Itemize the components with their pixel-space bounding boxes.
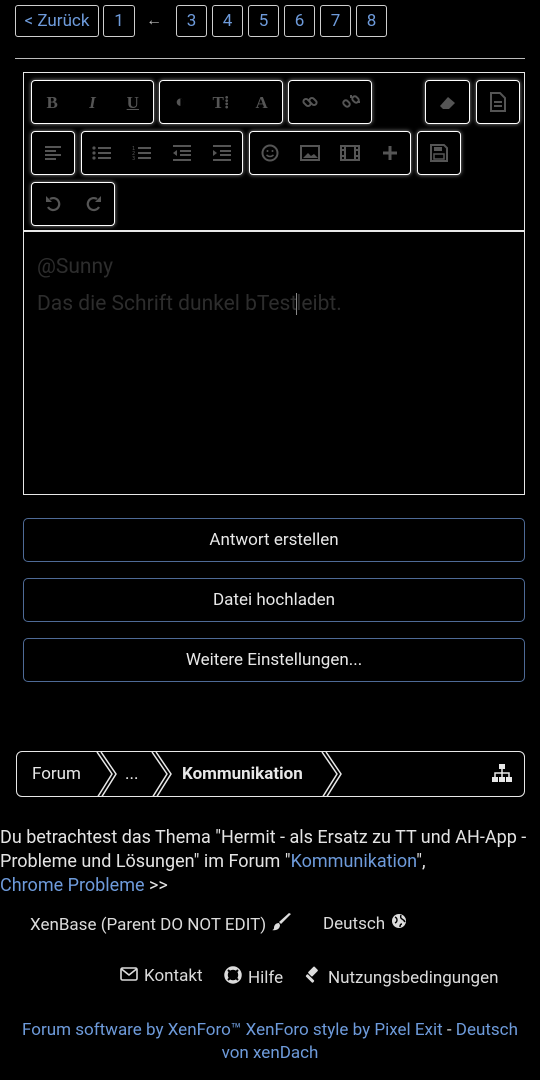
pagination-back-button[interactable]: < Zurück xyxy=(15,5,99,37)
remove-format-icon[interactable] xyxy=(433,87,463,117)
thread-info-suffix: ", xyxy=(416,851,426,872)
toolbar-group-clear xyxy=(425,80,470,124)
font-size-icon[interactable]: T⁞ xyxy=(206,87,236,117)
save-draft-icon[interactable] xyxy=(424,138,454,168)
copyright-footer: Forum software by XenForo™ XenForo style… xyxy=(0,1019,540,1065)
more-options-button[interactable]: Weitere Einstellungen... xyxy=(23,638,525,682)
xenforo-link[interactable]: Forum software by XenForo™ xyxy=(22,1020,241,1040)
bullet-list-icon[interactable] xyxy=(87,138,117,168)
insert-more-icon[interactable] xyxy=(375,138,405,168)
toolbar-group-link xyxy=(288,80,372,124)
toolbar-group-lists: 123 xyxy=(81,131,243,175)
toolbar-group-font: ◐ T⁞ A xyxy=(159,80,283,124)
chrome-problems-link[interactable]: Chrome Probleme xyxy=(0,875,145,896)
toolbar-group-bbcode xyxy=(476,80,520,124)
contact-label: Kontakt xyxy=(144,966,203,986)
page-6-link[interactable]: 6 xyxy=(284,5,315,37)
thread-info-prefix: Du betrachtest das Thema "Hermit - als E… xyxy=(0,827,527,872)
outdent-icon[interactable] xyxy=(167,138,197,168)
thread-info-text: Du betrachtest das Thema "Hermit - als E… xyxy=(0,826,536,898)
editor-text-after-caret: leibt. xyxy=(296,292,342,316)
paint-brush-icon xyxy=(272,913,292,936)
life-ring-icon xyxy=(224,966,242,989)
indent-icon[interactable] xyxy=(207,138,237,168)
editor-text-area[interactable]: @Sunny Das die Schrift dunkel bTestleibt… xyxy=(37,249,342,323)
breadcrumb-forum-link[interactable]: Forum xyxy=(32,752,81,795)
translation-link[interactable]: Deutsch xyxy=(456,1020,518,1040)
help-label: Hilfe xyxy=(248,967,284,988)
copyright-line-1: Forum software by XenForo™ XenForo style… xyxy=(0,1019,540,1042)
style-chooser[interactable]: XenBase (Parent DO NOT EDIT) xyxy=(30,913,292,936)
link-icon[interactable] xyxy=(295,87,325,117)
page-3-link[interactable]: 3 xyxy=(176,5,207,37)
toolbar-divider xyxy=(24,230,524,232)
upload-file-button[interactable]: Datei hochladen xyxy=(23,578,525,622)
unlink-icon[interactable] xyxy=(336,87,366,117)
page-8-link[interactable]: 8 xyxy=(356,5,387,37)
forum-link[interactable]: Kommunikation xyxy=(291,851,417,872)
smilie-icon[interactable] xyxy=(255,138,285,168)
toggle-bbcode-icon[interactable] xyxy=(483,87,513,117)
media-icon[interactable] xyxy=(335,138,365,168)
terms-label: Nutzungsbedingungen xyxy=(328,967,499,988)
editor-line-mention: @Sunny xyxy=(37,255,114,279)
pagination-gap: ← xyxy=(146,10,162,29)
language-chooser[interactable]: Deutsch xyxy=(323,913,407,934)
more-link[interactable]: >> xyxy=(149,875,168,896)
editor-line-body: Das die Schrift dunkel bTestleibt. xyxy=(37,286,342,323)
gavel-icon xyxy=(304,966,322,989)
terms-link[interactable]: Nutzungsbedingungen xyxy=(304,966,499,989)
font-family-icon[interactable]: A xyxy=(247,87,277,117)
toolbar-group-format: B I U xyxy=(31,80,154,124)
page-5-link[interactable]: 5 xyxy=(248,5,279,37)
svg-text:3: 3 xyxy=(132,156,135,161)
globe-icon xyxy=(391,913,407,934)
align-icon[interactable] xyxy=(38,138,68,168)
toolbar-group-insert xyxy=(249,131,411,175)
reply-button[interactable]: Antwort erstellen xyxy=(23,518,525,562)
redo-icon[interactable] xyxy=(79,189,109,219)
separator xyxy=(15,58,525,59)
numbered-list-icon[interactable]: 123 xyxy=(127,138,157,168)
undo-icon[interactable] xyxy=(38,189,68,219)
page-7-link[interactable]: 7 xyxy=(320,5,351,37)
style-chooser-label: XenBase (Parent DO NOT EDIT) xyxy=(30,914,267,935)
italic-icon[interactable]: I xyxy=(77,87,107,117)
footer-separator: - xyxy=(442,1020,456,1040)
contact-link[interactable]: Kontakt xyxy=(120,966,203,986)
bold-icon[interactable]: B xyxy=(37,87,67,117)
language-chooser-label: Deutsch xyxy=(323,913,386,934)
underline-icon[interactable]: U xyxy=(118,87,148,117)
editor-text-before-caret: Das die Schrift dunkel bTest xyxy=(37,292,298,316)
page-1-link[interactable]: 1 xyxy=(103,5,135,37)
image-icon[interactable] xyxy=(295,138,325,168)
breadcrumb-current-link[interactable]: Kommunikation xyxy=(182,752,303,795)
breadcrumb-ellipsis-link[interactable]: ... xyxy=(125,752,138,795)
copyright-line-2[interactable]: von xenDach xyxy=(0,1042,540,1065)
sitemap-icon[interactable] xyxy=(491,763,513,787)
envelope-icon xyxy=(120,966,138,986)
toolbar-group-history xyxy=(31,182,115,226)
toolbar-group-draft xyxy=(417,131,461,175)
pixel-exit-link[interactable]: XenForo style by Pixel Exit xyxy=(241,1020,443,1040)
help-link[interactable]: Hilfe xyxy=(224,966,283,989)
message-editor: B I U ◐ T⁞ A 123 @Sunny Das die Schrift … xyxy=(23,72,525,495)
text-color-icon[interactable]: ◐ xyxy=(165,87,195,117)
breadcrumb: Forum ... Kommunikation xyxy=(16,751,525,797)
page-4-link[interactable]: 4 xyxy=(212,5,243,37)
toolbar-group-align xyxy=(31,131,75,175)
